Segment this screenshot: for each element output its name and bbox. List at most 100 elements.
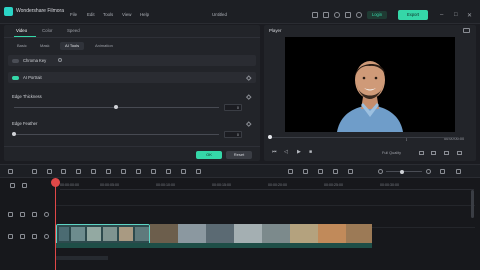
tick-label: 00:00:15:00 bbox=[212, 183, 231, 187]
tick-label: 00:00:20:00 bbox=[268, 183, 287, 187]
keyframe-icon[interactable] bbox=[246, 75, 252, 81]
menu-file[interactable]: File bbox=[70, 12, 77, 17]
delete-icon[interactable] bbox=[61, 169, 66, 174]
player-panel: Player [ 00:00:00:00 ⏮ ◁ ▶ ■ Full Qualit… bbox=[264, 25, 476, 161]
track-visibility-icon[interactable] bbox=[44, 212, 49, 217]
camera-icon[interactable] bbox=[431, 151, 436, 155]
tab-speed[interactable]: Speed bbox=[67, 28, 80, 33]
speed-icon[interactable] bbox=[106, 169, 111, 174]
progress-handle[interactable] bbox=[268, 135, 272, 139]
filmora-logo-icon bbox=[4, 7, 13, 16]
stop-icon[interactable]: ■ bbox=[309, 149, 312, 155]
save-icon[interactable] bbox=[323, 12, 329, 18]
playback-progress[interactable] bbox=[268, 137, 458, 138]
play-icon[interactable]: ▶ bbox=[297, 149, 301, 155]
tick-label: 00:00:25:00 bbox=[324, 183, 343, 187]
help-icon[interactable] bbox=[58, 58, 62, 62]
keyframe-tool-icon[interactable] bbox=[181, 169, 186, 174]
audio-waveform[interactable] bbox=[56, 243, 372, 248]
zoom-out-icon[interactable] bbox=[378, 169, 383, 174]
subtab-mask[interactable]: Mask bbox=[35, 42, 55, 50]
subtab-animation[interactable]: Animation bbox=[90, 42, 118, 50]
login-button[interactable]: Login bbox=[367, 11, 387, 19]
menu-help[interactable]: Help bbox=[140, 12, 149, 17]
grid-icon[interactable] bbox=[345, 12, 351, 18]
edge-feather-label: Edge Feather bbox=[12, 121, 38, 126]
divider bbox=[4, 146, 260, 147]
monitor-icon[interactable] bbox=[312, 12, 318, 18]
gift-icon[interactable] bbox=[334, 12, 340, 18]
track-lock-icon[interactable] bbox=[8, 212, 13, 217]
edge-thickness-knob[interactable] bbox=[114, 105, 118, 109]
playhead-handle[interactable] bbox=[51, 178, 60, 187]
split-icon[interactable] bbox=[196, 169, 201, 174]
track-visibility-icon[interactable] bbox=[44, 234, 49, 239]
redo-icon[interactable] bbox=[47, 169, 52, 174]
ai-portrait-toggle[interactable] bbox=[12, 75, 19, 80]
export-button[interactable]: Export bbox=[398, 10, 428, 20]
tab-video[interactable]: Video bbox=[16, 28, 27, 33]
fullscreen-icon[interactable] bbox=[457, 151, 462, 155]
rewind-icon[interactable]: ◁ bbox=[284, 149, 288, 155]
timeline-scrollbar[interactable] bbox=[471, 190, 474, 218]
account-icon[interactable] bbox=[356, 12, 362, 18]
audio-icon[interactable] bbox=[151, 169, 156, 174]
snapshot-icon[interactable] bbox=[463, 28, 470, 33]
marker-icon[interactable] bbox=[303, 169, 308, 174]
settings-icon[interactable] bbox=[456, 169, 461, 174]
zoom-knob[interactable] bbox=[400, 169, 404, 174]
layout-icon[interactable] bbox=[8, 169, 13, 174]
quality-dropdown[interactable]: Full Quality bbox=[382, 151, 401, 155]
tab-color[interactable]: Color bbox=[42, 28, 53, 33]
menu-edit[interactable]: Edit bbox=[87, 12, 95, 17]
maximize-icon[interactable]: □ bbox=[454, 12, 458, 18]
display-icon[interactable] bbox=[419, 151, 424, 155]
mic-icon[interactable] bbox=[318, 169, 323, 174]
playhead[interactable] bbox=[55, 178, 56, 270]
edge-feather-knob[interactable] bbox=[12, 132, 16, 136]
snap-icon[interactable] bbox=[348, 169, 353, 174]
subtab-basic[interactable]: Basic bbox=[12, 42, 32, 50]
track-lock-icon[interactable] bbox=[8, 234, 13, 239]
time-ruler[interactable]: 00:00:00:00 00:00:05:00 00:00:10:00 00:0… bbox=[60, 180, 474, 190]
keyframe-icon[interactable] bbox=[246, 121, 252, 127]
audio-clip[interactable] bbox=[56, 256, 108, 260]
text-icon[interactable] bbox=[136, 169, 141, 174]
green-screen-icon[interactable] bbox=[166, 169, 171, 174]
track-mute-icon[interactable] bbox=[32, 234, 37, 239]
edge-thickness-label: Edge Thickness bbox=[12, 94, 42, 99]
color-icon[interactable] bbox=[121, 169, 126, 174]
ai-portrait-row[interactable]: AI Portrait bbox=[8, 72, 256, 83]
zoom-in-icon[interactable] bbox=[426, 169, 431, 174]
link-icon[interactable] bbox=[22, 183, 27, 188]
chroma-key-toggle[interactable] bbox=[12, 58, 19, 63]
close-icon[interactable]: ✕ bbox=[467, 12, 472, 19]
track-mute-icon[interactable] bbox=[32, 212, 37, 217]
edge-thickness-value[interactable]: 0 bbox=[224, 104, 242, 111]
track-video-icon[interactable] bbox=[20, 234, 25, 239]
prev-frame-icon[interactable]: ⏮ bbox=[272, 149, 277, 155]
fit-icon[interactable] bbox=[440, 169, 445, 174]
render-icon[interactable] bbox=[288, 169, 293, 174]
subtab-ai-tools[interactable]: AI Tools bbox=[60, 42, 85, 50]
edge-feather-slider[interactable] bbox=[14, 134, 219, 135]
menu-view[interactable]: View bbox=[122, 12, 131, 17]
ai-portrait-label: AI Portrait bbox=[23, 75, 42, 80]
cut-icon[interactable] bbox=[76, 169, 81, 174]
video-clip[interactable] bbox=[150, 224, 372, 243]
menu-tools[interactable]: Tools bbox=[103, 12, 113, 17]
crop-icon[interactable] bbox=[91, 169, 96, 174]
keyframe-icon[interactable] bbox=[246, 94, 252, 100]
add-track-icon[interactable] bbox=[10, 183, 15, 188]
minimize-icon[interactable]: – bbox=[440, 12, 443, 18]
ok-button[interactable]: OK bbox=[196, 151, 222, 159]
volume-icon[interactable] bbox=[444, 151, 449, 155]
track-icon[interactable] bbox=[333, 169, 338, 174]
chroma-key-row[interactable]: Chroma Key bbox=[8, 55, 256, 66]
chroma-key-label: Chroma Key bbox=[23, 58, 47, 63]
reset-button[interactable]: Reset bbox=[226, 151, 252, 159]
undo-icon[interactable] bbox=[32, 169, 37, 174]
edge-feather-value[interactable]: 0 bbox=[224, 131, 242, 138]
zoom-slider[interactable] bbox=[386, 171, 422, 172]
track-video-icon[interactable] bbox=[20, 212, 25, 217]
